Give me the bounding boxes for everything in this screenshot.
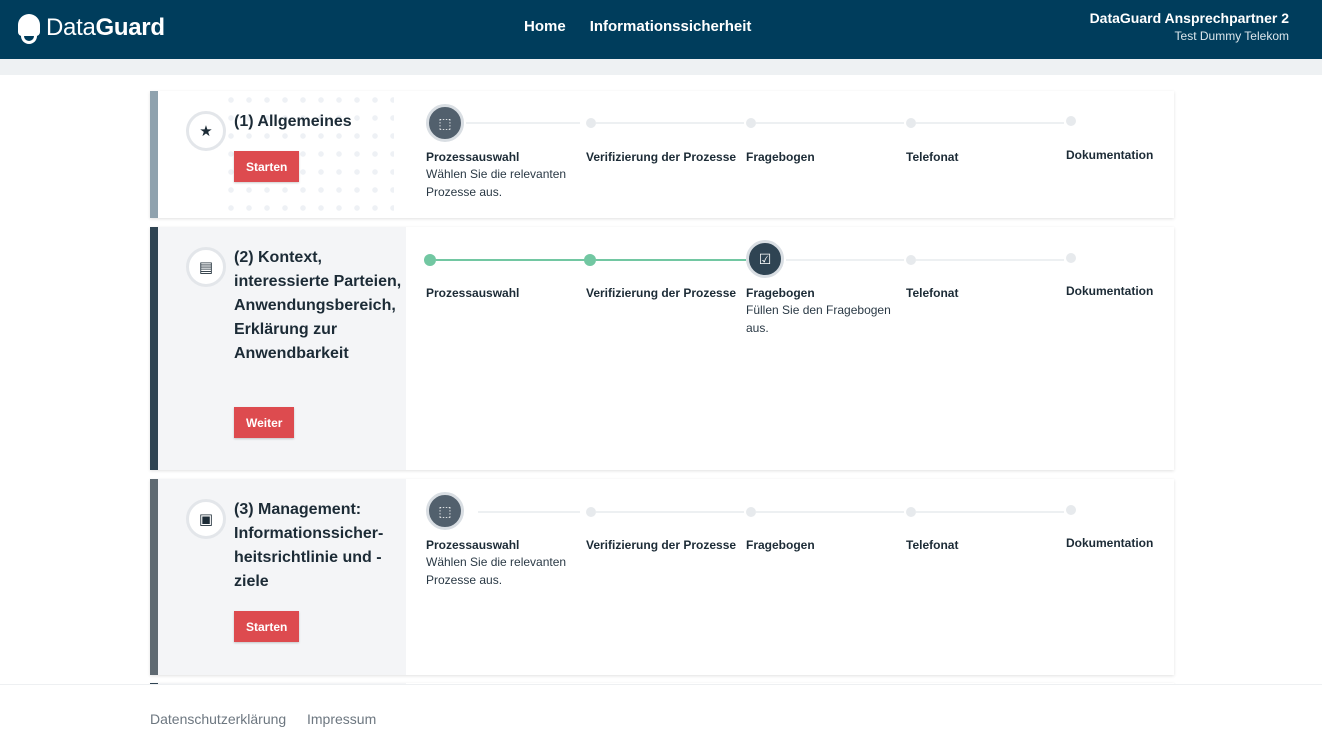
logo-mark-icon (18, 12, 40, 44)
card-accent-bar (150, 91, 158, 218)
module-title: (3) Management: Informationssicher-heits… (234, 501, 384, 590)
step-connector-complete (596, 259, 746, 261)
step-complete-dot (584, 254, 596, 266)
step-dot (1066, 116, 1076, 126)
main-nav: Home Informationssicherheit (524, 18, 751, 35)
start-button[interactable]: Starten (234, 611, 300, 642)
main-content[interactable]: ★ (1) Allgemeines Starten ⬚ Prozessauswa… (0, 75, 1322, 684)
step-label: Prozessauswahl (426, 150, 520, 164)
step-label: Prozessauswahl (426, 538, 520, 552)
start-button[interactable]: Starten (234, 151, 300, 182)
nav-informationssicherheit[interactable]: Informationssicherheit (590, 18, 752, 35)
step-label: Verifizierung der Prozesse (586, 286, 737, 300)
step-dot (746, 507, 756, 517)
step-label: Fragebogen (746, 538, 815, 552)
step-connector (466, 122, 580, 124)
module-title: (2) Kontext, interessierte Parteien, Anw… (234, 249, 402, 362)
page-footer: Datenschutzerklärung Impressum (0, 684, 1322, 740)
step-dot (1066, 253, 1076, 263)
step-dot (586, 507, 596, 517)
document-icon: ▤ (186, 247, 226, 287)
step-connector (756, 511, 904, 513)
cursor-select-icon: ⬚ (426, 492, 464, 530)
user-organization: Test Dummy Telekom (1174, 29, 1289, 43)
module-card-3: ▣ (3) Management: Informationssicher-hei… (150, 479, 1174, 675)
step-dot (586, 118, 596, 128)
step-label: Telefonat (906, 150, 959, 164)
step-connector (916, 259, 1064, 261)
logo-text-light: Data (46, 14, 96, 41)
step-label: Verifizierung der Prozesse (586, 150, 737, 164)
privacy-policy-link[interactable]: Datenschutzerklärung (150, 711, 286, 727)
user-menu[interactable]: DataGuard Ansprechpartner 2 Test Dummy T… (1090, 10, 1289, 43)
step-dot (1066, 505, 1076, 515)
step-connector-complete (436, 259, 586, 261)
star-list-icon: ★ (186, 111, 226, 151)
step-dot (906, 507, 916, 517)
module-title: (1) Allgemeines (234, 113, 352, 130)
card-accent-bar (150, 479, 158, 675)
step-label: Dokumentation (1066, 284, 1154, 298)
step-label: Verifizierung der Prozesse (586, 538, 737, 552)
step-description: Wählen Sie die relevanten Prozesse aus. (426, 167, 567, 199)
logo-text: DataGuard (46, 14, 165, 42)
module-card-1: ★ (1) Allgemeines Starten ⬚ Prozessauswa… (150, 91, 1174, 218)
logo-text-bold: Guard (95, 14, 165, 41)
clipboard-icon: ▣ (186, 499, 226, 539)
card-left-pane: ▣ (3) Management: Informationssicher-hei… (158, 479, 406, 675)
step-complete-dot (424, 254, 436, 266)
module-card-2: ▤ (2) Kontext, interessierte Parteien, A… (150, 227, 1174, 470)
step-dot (906, 118, 916, 128)
checkbox-checked-icon: ☑ (746, 240, 784, 278)
cursor-select-icon: ⬚ (426, 104, 464, 142)
header-subband (0, 59, 1322, 75)
step-label: Dokumentation (1066, 536, 1154, 550)
step-label: Telefonat (906, 286, 959, 300)
step-label: Telefonat (906, 538, 959, 552)
step-connector (916, 511, 1064, 513)
step-label: Prozessauswahl (426, 286, 520, 300)
step-connector (756, 122, 904, 124)
user-name: DataGuard Ansprechpartner 2 (1089, 10, 1289, 26)
card-accent-bar (150, 227, 158, 470)
nav-home[interactable]: Home (524, 18, 566, 35)
step-connector (596, 122, 744, 124)
dataguard-logo[interactable]: DataGuard (18, 10, 165, 46)
step-connector (596, 511, 744, 513)
step-dot (746, 118, 756, 128)
step-connector (916, 122, 1064, 124)
card-left-pane: ★ (1) Allgemeines Starten (158, 91, 406, 218)
imprint-link[interactable]: Impressum (307, 711, 376, 727)
step-connector (786, 259, 904, 261)
step-dot (906, 255, 916, 265)
step-connector (478, 511, 580, 513)
step-label: Dokumentation (1066, 148, 1154, 162)
step-label: Fragebogen (746, 150, 815, 164)
step-description: Wählen Sie die relevanten Prozesse aus. (426, 555, 567, 587)
top-header: DataGuard Home Informationssicherheit Da… (0, 0, 1322, 59)
continue-button[interactable]: Weiter (234, 407, 295, 438)
card-left-pane: ▤ (2) Kontext, interessierte Parteien, A… (158, 227, 406, 470)
step-description: Füllen Sie den Fragebogen aus. (746, 303, 891, 335)
step-label: Fragebogen (746, 286, 815, 300)
